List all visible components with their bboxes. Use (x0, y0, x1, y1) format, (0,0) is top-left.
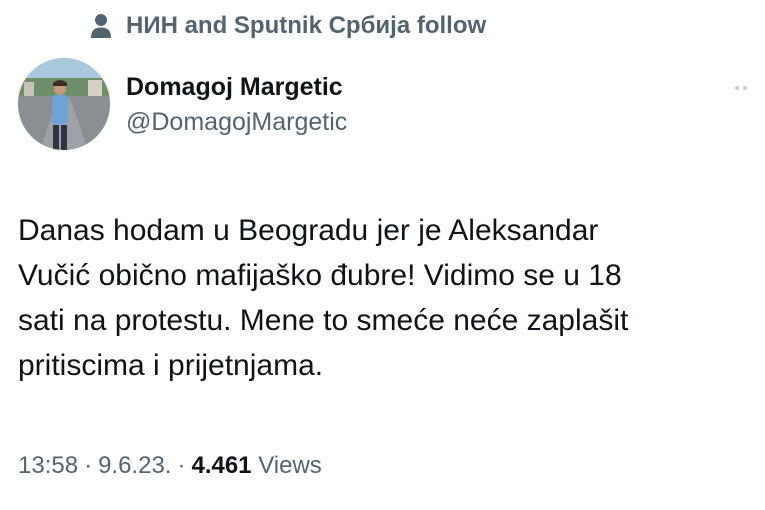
tweet-text: Danas hodam u Beogradu jer je Aleksandar… (18, 214, 629, 382)
social-context[interactable]: НИН and Sputnik Србија follow (90, 10, 486, 42)
views-label: Views (258, 452, 322, 479)
meta-separator: · (177, 452, 186, 479)
author-handle[interactable]: @DomagojMargetic (126, 104, 347, 140)
tweet-date[interactable]: 9.6.23. (98, 452, 171, 480)
avatar[interactable] (18, 58, 110, 150)
views-count: 4.461 (191, 452, 252, 479)
tweet-meta: 13:58 · 9.6.23. · 4.461 Views (18, 452, 322, 480)
more-icon[interactable] (727, 78, 755, 98)
meta-separator: · (84, 452, 93, 479)
social-context-text: НИН and Sputnik Србија follow (126, 12, 487, 39)
author-block[interactable]: Domagoj Margetic @DomagojMargetic (126, 70, 347, 140)
author-display-name[interactable]: Domagoj Margetic (126, 70, 347, 104)
person-icon (90, 13, 112, 39)
tweet-time[interactable]: 13:58 (18, 452, 78, 480)
